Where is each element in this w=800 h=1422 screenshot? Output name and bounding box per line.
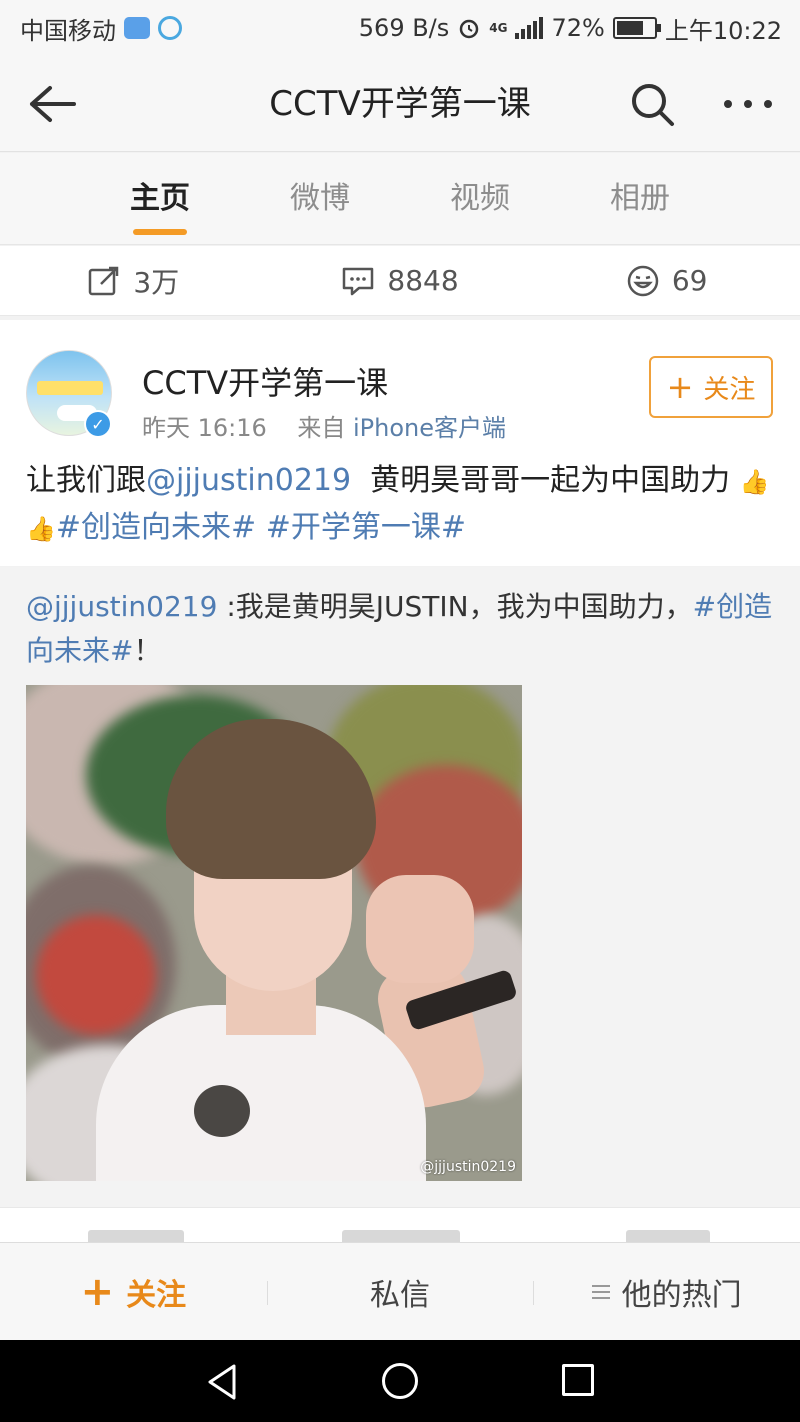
photo-watermark: @jjjustin0219	[420, 1159, 516, 1175]
network-type: 4G	[489, 21, 508, 35]
post-text: 让我们跟@jjjustin0219 黄明昊哥哥一起为中国助力 👍👍#创造向未来#…	[26, 458, 776, 552]
tab-weibo[interactable]: 微博	[240, 153, 400, 245]
follow-button[interactable]: + 关注	[649, 356, 773, 418]
next-stats-ghost-1	[88, 1230, 184, 1242]
repost-icon	[89, 266, 119, 295]
post-text-middle: 黄明昊哥哥一起为中国助力	[351, 463, 731, 498]
tab-album[interactable]: 相册	[560, 153, 720, 245]
status-bar: 中国移动 569 B/s 4G 72% 上午10:22	[0, 0, 800, 56]
system-recents-icon[interactable]	[562, 1364, 594, 1396]
clock: 上午10:22	[664, 16, 782, 45]
post-photo[interactable]: @jjjustin0219	[26, 685, 522, 1181]
smile-icon	[627, 265, 659, 296]
next-stats-ghost-2	[342, 1230, 460, 1242]
post-meta: 昨天 16:16 来自 iPhone客户端	[142, 408, 506, 443]
hashtag-link-2[interactable]: #开学第一课#	[266, 510, 466, 545]
weibo-post: ✓ CCTV开学第一课 昨天 16:16 来自 iPhone客户端 + 关注 让…	[0, 320, 800, 566]
net-speed: 569 B/s	[358, 14, 450, 42]
verified-v-icon: ✓	[86, 412, 110, 436]
system-nav-bar	[0, 1340, 800, 1422]
plus-icon: +	[80, 1268, 115, 1315]
bottom-action-bar: + 关注 私信 他的热门	[0, 1242, 800, 1340]
comment-icon	[343, 267, 374, 295]
repost-button[interactable]: 3万	[0, 246, 267, 315]
profile-tabs: 主页 微博 视频 相册	[0, 153, 800, 245]
hashtag-link[interactable]: #创造向未来#	[56, 510, 256, 545]
system-home-icon[interactable]	[382, 1363, 418, 1399]
post-source-prefix: 来自	[297, 414, 346, 442]
avatar-logo-strip	[37, 381, 103, 395]
post-author[interactable]: CCTV开学第一课	[142, 358, 388, 404]
battery-percent: 72%	[551, 14, 605, 42]
next-stats-row	[0, 1207, 800, 1242]
follow-label: 关注	[703, 374, 756, 405]
reposted-content[interactable]: @jjjustin0219 :我是黄明昊JUSTIN，我为中国助力，#创造向未来…	[0, 567, 800, 1207]
next-stats-ghost-3	[626, 1230, 710, 1242]
alarm-icon	[460, 19, 479, 39]
search-icon[interactable]	[628, 80, 676, 128]
nav-bar: CCTV开学第一课	[0, 56, 800, 152]
repost-count: 3万	[133, 265, 180, 299]
app-notification-icon-2	[158, 16, 182, 40]
system-back-icon[interactable]	[204, 1362, 240, 1402]
bottom-follow-button[interactable]: + 关注	[0, 1243, 267, 1341]
like-count: 69	[671, 264, 708, 297]
repost-mention-link[interactable]: @jjjustin0219	[26, 590, 217, 623]
post-time: 昨天 16:16	[142, 414, 267, 442]
hot-posts-button[interactable]: 他的热门	[533, 1243, 800, 1341]
hot-posts-label: 他的热门	[621, 1277, 742, 1313]
plus-icon: +	[666, 368, 694, 406]
repost-body: :我是黄明昊JUSTIN，我为中国助力，	[217, 590, 693, 623]
menu-icon	[591, 1284, 610, 1299]
repost-suffix: ！	[133, 634, 162, 667]
signal-icon	[515, 17, 544, 39]
message-button[interactable]: 私信	[266, 1243, 534, 1341]
page-title: CCTV开学第一课	[269, 84, 531, 124]
comment-count: 8848	[387, 264, 459, 297]
tab-home[interactable]: 主页	[80, 153, 240, 245]
photo-microphone	[194, 1085, 250, 1137]
photo-fist	[366, 875, 474, 983]
bottom-follow-label: 关注	[126, 1277, 187, 1313]
like-button[interactable]: 69	[533, 246, 800, 315]
comment-button[interactable]: 8848	[267, 246, 534, 315]
more-icon[interactable]	[720, 86, 776, 122]
prev-post-stats: 3万 8848 69	[0, 246, 800, 316]
post-source: iPhone客户端	[352, 414, 506, 442]
repost-text: @jjjustin0219 :我是黄明昊JUSTIN，我为中国助力，#创造向未来…	[26, 585, 776, 673]
mention-link[interactable]: @jjjustin0219	[146, 463, 351, 498]
carrier-label: 中国移动	[20, 16, 116, 45]
message-label: 私信	[370, 1277, 430, 1313]
app-notification-icon	[124, 17, 150, 39]
verified-badge: ✓	[84, 410, 112, 438]
battery-icon	[612, 17, 661, 39]
tab-video[interactable]: 视频	[400, 153, 560, 245]
post-text-prefix: 让我们跟	[26, 463, 146, 498]
